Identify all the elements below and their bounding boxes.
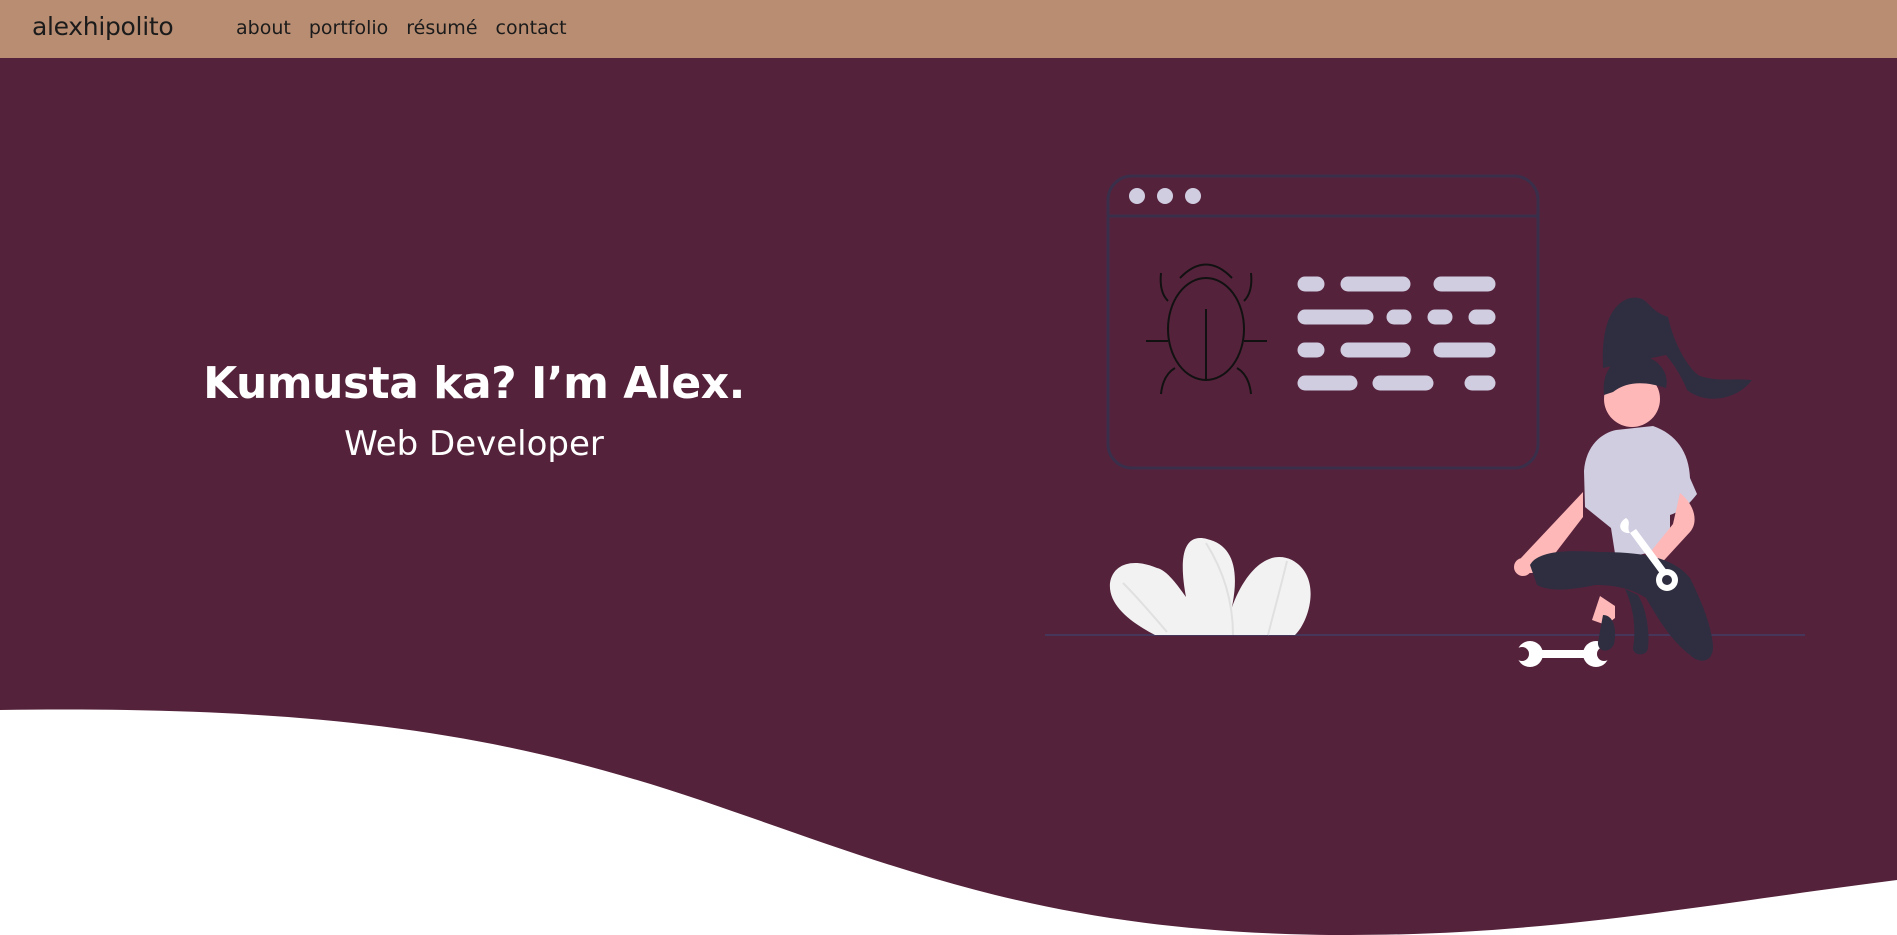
nav-link-portfolio[interactable]: portfolio — [309, 17, 388, 39]
hero-title: Kumusta ka? I’m Alex. — [203, 358, 745, 409]
wrench-icon — [1515, 641, 1611, 667]
nav-link-resume[interactable]: résumé — [406, 17, 477, 39]
person-figure — [1514, 297, 1752, 661]
navbar: alexhipolito about portfolio résumé cont… — [0, 0, 1897, 58]
brand-logo[interactable]: alexhipolito — [32, 12, 174, 41]
hero-subtitle: Web Developer — [344, 424, 604, 464]
nav-links: about portfolio résumé contact — [236, 17, 567, 39]
developer-illustration — [1045, 174, 1805, 667]
plant-decoration — [1109, 538, 1311, 636]
nav-link-contact[interactable]: contact — [496, 17, 567, 39]
bug-icon — [1146, 263, 1267, 395]
code-lines — [1297, 276, 1496, 391]
nav-link-about[interactable]: about — [236, 17, 291, 39]
